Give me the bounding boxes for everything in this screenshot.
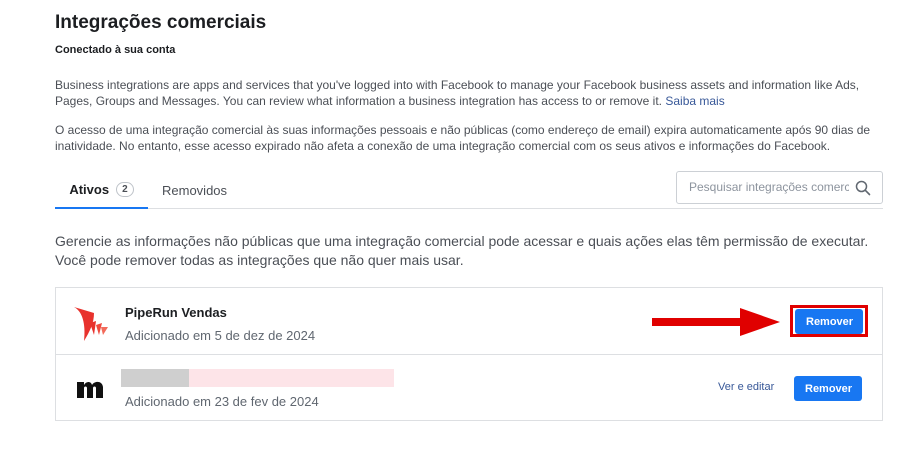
search-input[interactable] — [689, 180, 849, 194]
redacted-name-block — [189, 369, 394, 387]
redacted-name-block — [121, 369, 189, 387]
page-subtitle: Conectado à sua conta — [55, 44, 176, 56]
intro-text: Business integrations are apps and servi… — [55, 78, 860, 108]
search-box — [676, 171, 883, 204]
piperun-logo-icon — [74, 307, 108, 341]
integration-added-date: Adicionado em 5 de dez de 2024 — [125, 328, 316, 343]
tab-removed[interactable]: Removidos — [162, 172, 227, 209]
intro-paragraph: Business integrations are apps and servi… — [55, 77, 887, 109]
tab-active[interactable]: Ativos 2 — [55, 172, 148, 209]
tab-removed-label: Removidos — [162, 183, 228, 198]
m-logo-icon — [77, 381, 103, 398]
page-title: Integrações comerciais — [55, 12, 267, 33]
search-icon[interactable] — [855, 180, 871, 196]
remove-button[interactable]: Remover — [795, 309, 863, 334]
tab-active-label: Ativos — [69, 182, 110, 197]
active-count-badge: 2 — [116, 182, 134, 197]
list-item: Adicionado em 23 de fev de 2024 Ver e ed… — [56, 355, 882, 422]
expiry-notice: O acesso de uma integração comercial às … — [55, 123, 871, 153]
view-edit-link[interactable]: Ver e editar — [718, 381, 774, 393]
manage-description: Gerencie as informações não públicas que… — [55, 233, 869, 268]
learn-more-link[interactable]: Saiba mais — [665, 94, 724, 108]
integration-name: PipeRun Vendas — [125, 305, 227, 320]
integration-added-date: Adicionado em 23 de fev de 2024 — [125, 394, 319, 409]
remove-button[interactable]: Remover — [794, 376, 862, 401]
red-arrow-annotation — [652, 308, 780, 336]
